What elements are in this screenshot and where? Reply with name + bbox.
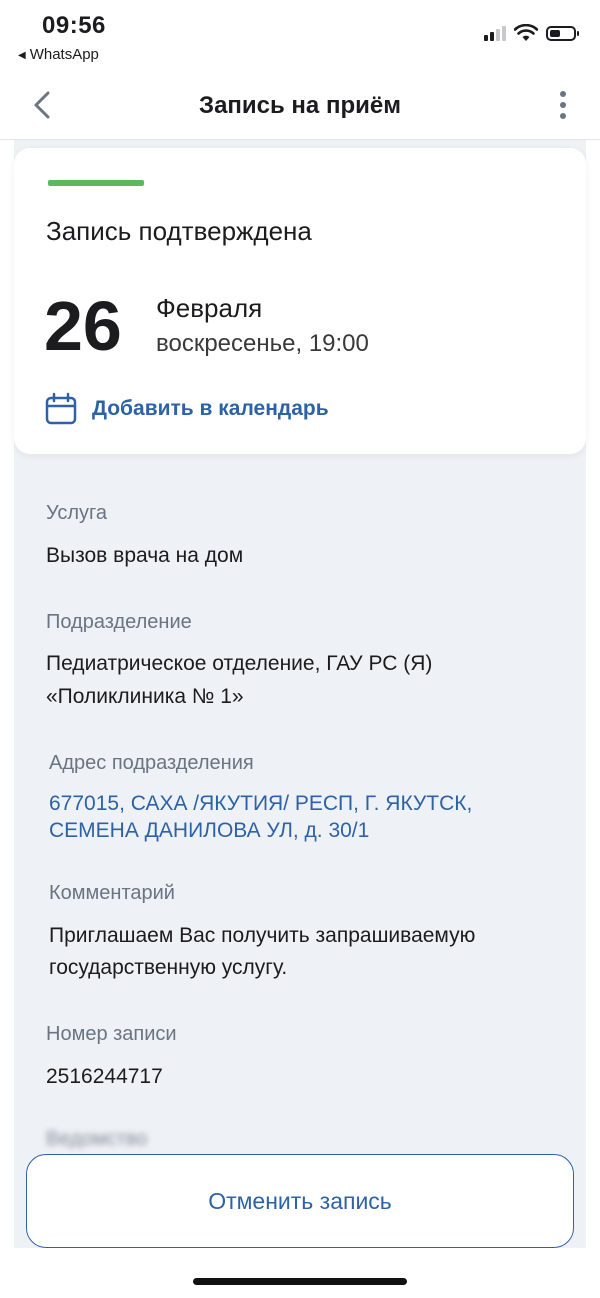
page-title: Запись на приём [199, 92, 401, 119]
service-label: Услуга [46, 502, 108, 524]
appointment-month: Февраля [156, 293, 263, 323]
status-time: 09:56 [42, 12, 106, 39]
record-number-label: Номер записи [46, 1023, 177, 1045]
bottom-area [0, 1248, 600, 1298]
system-icons [484, 24, 579, 42]
appointment-weekday-time: воскресенье, 19:00 [156, 330, 369, 357]
department-value-line2: «Поликлиника № 1» [46, 685, 244, 708]
department-value-line1: Педиатрическое отделение, ГАУ РС (Я) [46, 652, 433, 675]
agency-label: Ведомство [46, 1128, 148, 1150]
cellular-signal-icon [484, 25, 506, 41]
appointment-day: 26 [44, 287, 122, 365]
appointment-status-title: Запись подтверждена [46, 216, 312, 246]
record-number-value: 2516244717 [46, 1065, 163, 1088]
back-to-app-link[interactable]: ◀ WhatsApp [18, 46, 99, 63]
back-app-label: WhatsApp [29, 46, 99, 63]
address-label: Адрес подразделения [49, 752, 254, 774]
status-indicator-bar [48, 180, 144, 186]
add-to-calendar-label: Добавить в календарь [92, 397, 329, 420]
comment-value-line1: Приглашаем Вас получить запрашиваемую [49, 924, 476, 947]
comment-value-line2: государственную услугу. [49, 956, 288, 979]
cancel-appointment-button[interactable]: Отменить запись [26, 1154, 574, 1248]
address-link-line2[interactable]: СЕМЕНА ДАНИЛОВА УЛ, д. 30/1 [49, 815, 369, 847]
comment-label: Комментарий [49, 882, 175, 904]
more-options-icon[interactable] [556, 90, 570, 120]
navigation-bar: Запись на приём [0, 72, 600, 140]
appointment-card: Запись подтверждена 26 Февраля воскресен… [14, 148, 586, 454]
add-to-calendar-button[interactable]: Добавить в календарь [44, 392, 329, 426]
service-value: Вызов врача на дом [46, 544, 244, 567]
back-triangle-icon: ◀ [18, 50, 26, 61]
battery-icon [546, 25, 579, 41]
department-label: Подразделение [46, 611, 192, 633]
wifi-icon [514, 24, 538, 41]
home-indicator[interactable] [193, 1278, 407, 1285]
calendar-icon [45, 392, 77, 425]
status-bar: 09:56 ◀ WhatsApp [0, 0, 600, 70]
